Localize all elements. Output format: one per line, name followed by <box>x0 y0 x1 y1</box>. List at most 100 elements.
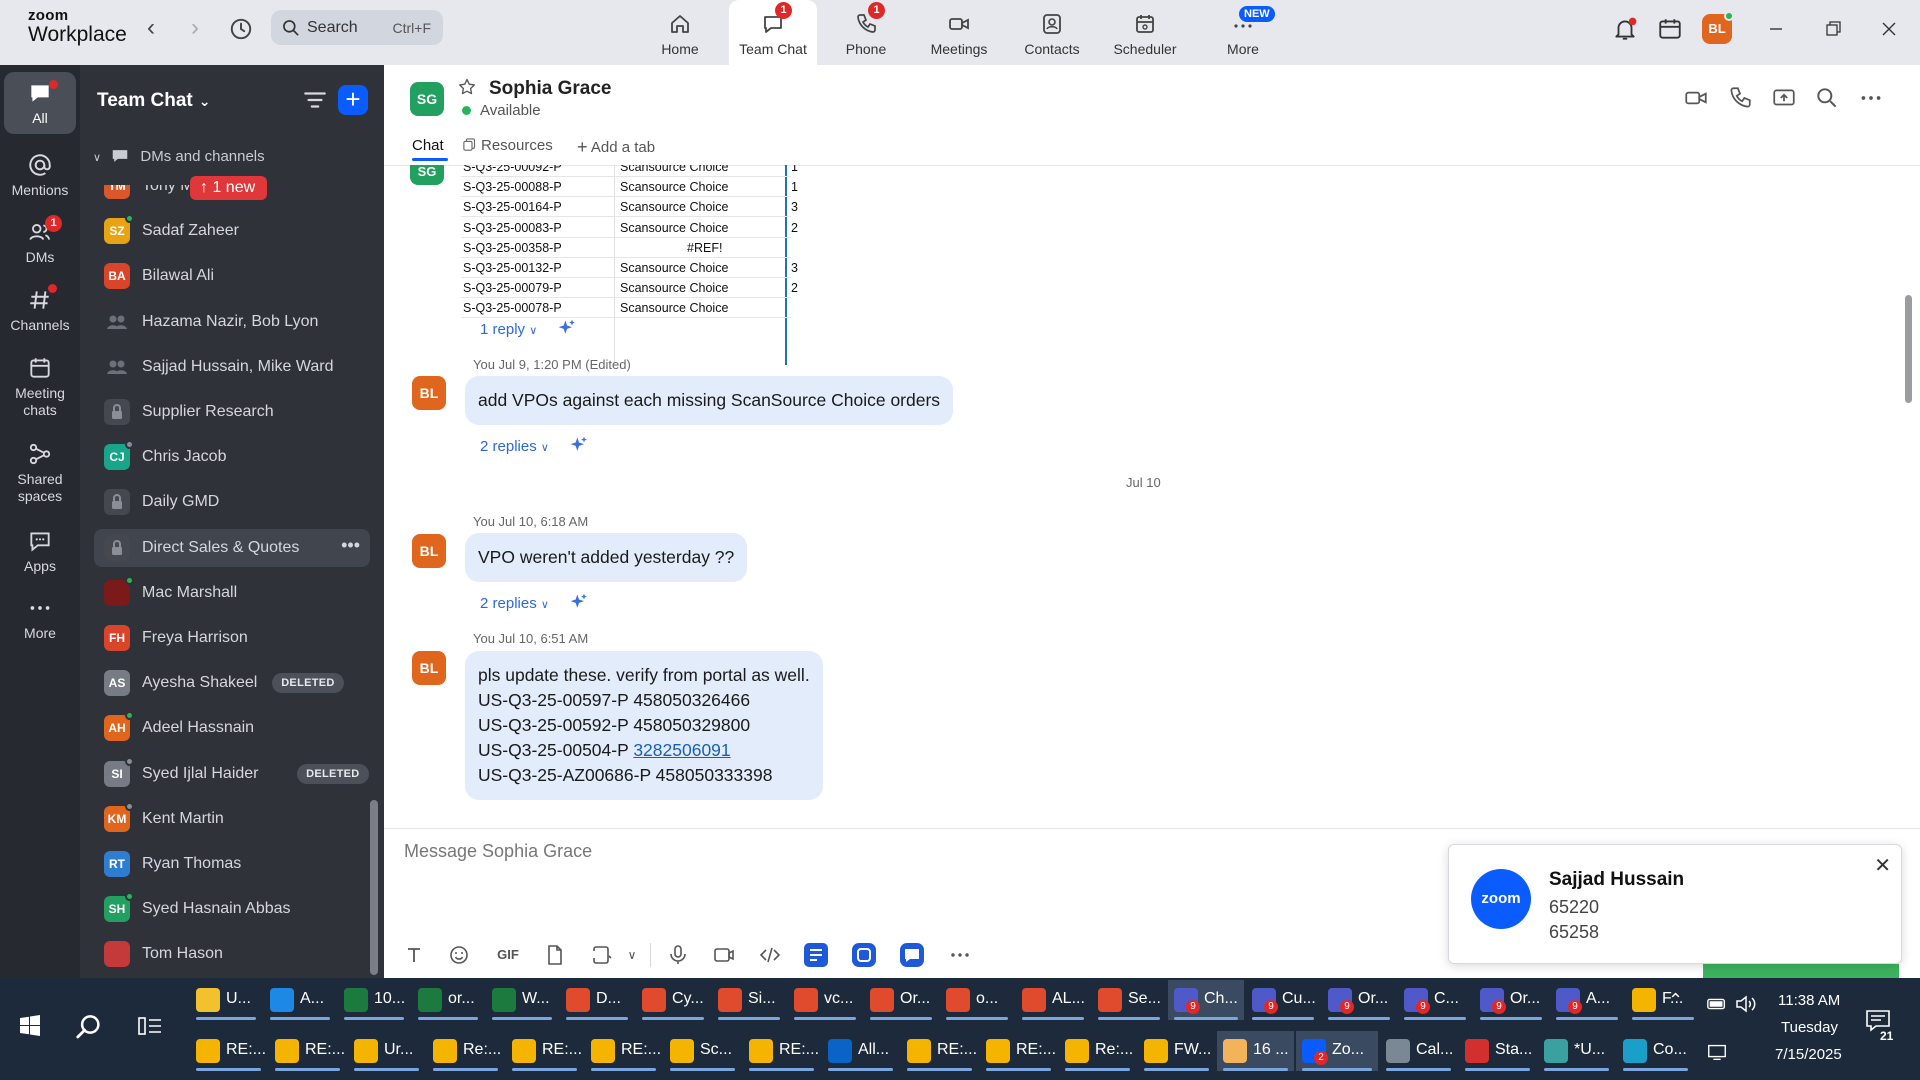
conversation-item[interactable]: Sajjad Hussain, Mike Ward <box>94 348 370 386</box>
taskbar-app-button[interactable]: RE:... <box>506 1031 583 1071</box>
new-chat-plus-button[interactable]: + <box>338 85 368 115</box>
taskbar-app-button[interactable]: 10... <box>338 980 410 1020</box>
contact-avatar[interactable]: SG <box>410 82 444 116</box>
clock-time[interactable]: 11:38 AM <box>1778 992 1840 1009</box>
restore-icon[interactable] <box>1818 14 1848 44</box>
taskbar-app-button[interactable]: RE:... <box>269 1031 346 1071</box>
taskbar-app-button[interactable]: RE:... <box>585 1031 662 1071</box>
sender-avatar[interactable]: BL <box>412 534 446 568</box>
taskbar-app-button[interactable]: All... <box>822 1031 899 1071</box>
conversation-item[interactable]: KM Kent Martin <box>94 800 370 838</box>
screenshot-options-chevron-icon[interactable]: ∨ <box>620 943 644 967</box>
conversation-item[interactable]: BA Bilawal Ali <box>94 257 370 295</box>
message-bubble[interactable]: VPO weren't added yesterday ?? <box>465 533 748 582</box>
conversation-item[interactable]: Tom Hason <box>94 935 370 973</box>
taskbar-app-button[interactable]: Re:... <box>427 1031 504 1071</box>
search-chat-icon[interactable] <box>1814 85 1840 111</box>
taskbar-app-button[interactable]: W... <box>486 980 558 1020</box>
rail-shared-spaces[interactable]: Shared spaces <box>4 433 76 513</box>
taskbar-app-button[interactable]: A... <box>264 980 336 1020</box>
taskbar-app-button[interactable]: FW... <box>1138 1031 1215 1071</box>
forward-arrow-icon[interactable]: › <box>183 14 207 44</box>
clock-day[interactable]: Tuesday <box>1781 1019 1838 1036</box>
conversation-item[interactable]: Direct Sales & Quotes ••• <box>94 528 370 567</box>
conversation-item[interactable]: Mac Marshall <box>94 574 370 612</box>
replies-link-2[interactable]: 2 replies ∨ <box>480 435 589 455</box>
taskbar-app-button[interactable]: Ur... <box>348 1031 425 1071</box>
message-input[interactable]: Message Sophia Grace <box>404 841 592 862</box>
conversation-item[interactable]: AH Adeel Hassnain <box>94 709 370 747</box>
star-icon[interactable] <box>457 77 477 97</box>
emoji-icon[interactable] <box>447 943 471 967</box>
screenshot-icon[interactable] <box>590 943 614 967</box>
nav-contacts[interactable]: Contacts <box>1008 0 1096 65</box>
conversation-item[interactable]: Daily GMD <box>94 483 370 521</box>
conversation-item[interactable]: FH Freya Harrison <box>94 619 370 657</box>
conversation-item[interactable]: CJ Chris Jacob <box>94 438 370 476</box>
taskbar-app-button[interactable]: RE:... <box>743 1031 820 1071</box>
conversation-item[interactable]: AS Ayesha Shakeel DELETED <box>94 664 370 702</box>
battery-icon[interactable] <box>1706 994 1728 1014</box>
video-call-icon[interactable] <box>1683 85 1709 111</box>
taskbar-app-button[interactable]: U... <box>190 980 262 1020</box>
taskbar-app-button[interactable]: Sta... <box>1459 1031 1536 1071</box>
sidebar-scrollbar[interactable] <box>370 800 378 975</box>
notification-toast[interactable]: zoom Sajjad Hussain 65220 65258 ✕ <box>1448 844 1902 964</box>
nav-scheduler[interactable]: Scheduler <box>1101 0 1189 65</box>
taskbar-app-button[interactable]: Re:... <box>1059 1031 1136 1071</box>
conversation-item[interactable]: Hazama Nazir, Bob Lyon <box>94 303 370 341</box>
conversation-more-icon[interactable]: ••• <box>341 535 360 556</box>
taskbar-app-button[interactable]: Sc... <box>664 1031 741 1071</box>
taskbar-app-button[interactable]: Cal... <box>1380 1031 1457 1071</box>
app-icon-2[interactable] <box>852 943 876 967</box>
clock-date[interactable]: 7/15/2025 <box>1775 1046 1842 1063</box>
contact-name[interactable]: Sophia Grace <box>489 78 612 100</box>
taskbar-app-button[interactable]: 9 A... <box>1550 980 1624 1020</box>
app-icon-1[interactable] <box>804 943 828 967</box>
taskbar-app-button[interactable]: 9 Or... <box>1474 980 1548 1020</box>
more-options-icon[interactable] <box>1858 85 1884 111</box>
taskbar-app-button[interactable]: AL... <box>1016 980 1090 1020</box>
taskbar-app-button[interactable]: Or... <box>864 980 938 1020</box>
rail-dms[interactable]: DMs 1 <box>4 211 76 273</box>
rail-mentions[interactable]: Mentions <box>4 144 76 206</box>
nav-phone[interactable]: 1 Phone <box>822 0 910 65</box>
close-window-icon[interactable] <box>1874 14 1904 44</box>
rail-all[interactable]: All <box>4 72 76 134</box>
message-bubble[interactable]: pls update these. verify from portal as … <box>465 651 823 800</box>
rail-channels[interactable]: Channels <box>4 279 76 341</box>
phone-call-icon[interactable] <box>1727 85 1753 111</box>
conversation-item[interactable]: Supplier Research <box>94 393 370 431</box>
taskbar-app-button[interactable]: Co... <box>1617 1031 1694 1071</box>
tab-chat[interactable]: Chat <box>412 137 444 154</box>
sender-avatar[interactable]: BL <box>412 376 446 410</box>
nav-more[interactable]: NEW More <box>1199 0 1287 65</box>
conversation-item[interactable]: SH Syed Hasnain Abbas <box>94 890 370 928</box>
conversation-item[interactable]: RT Ryan Thomas <box>94 845 370 883</box>
taskbar-app-button[interactable]: F... <box>1626 980 1700 1020</box>
network-icon[interactable] <box>1706 1042 1728 1062</box>
notification-bell-icon[interactable] <box>1612 16 1638 42</box>
gif-button[interactable]: GIF <box>493 943 523 967</box>
taskbar-app-button[interactable]: Se... <box>1092 980 1166 1020</box>
nav-meetings[interactable]: Meetings <box>915 0 1003 65</box>
taskbar-app-button[interactable]: D... <box>560 980 634 1020</box>
taskbar-app-button[interactable]: Cy... <box>636 980 710 1020</box>
calendar-app-icon[interactable] <box>1657 16 1683 42</box>
nav-home[interactable]: Home <box>636 0 724 65</box>
app-icon-3[interactable] <box>900 943 924 967</box>
conversation-item[interactable]: SZ Sadaf Zaheer <box>94 212 370 250</box>
replies-link-1[interactable]: 1 reply ∨ <box>480 318 577 338</box>
toast-close-icon[interactable]: ✕ <box>1874 853 1891 878</box>
taskbar-app-button[interactable]: 16 ... <box>1217 1031 1294 1071</box>
code-snippet-icon[interactable] <box>758 943 782 967</box>
taskbar-app-button[interactable]: RE:... <box>190 1031 267 1071</box>
share-screen-icon[interactable] <box>1771 85 1797 111</box>
taskbar-app-button[interactable]: 2 Zo... <box>1296 1031 1378 1071</box>
tab-add[interactable]: + Add a tab <box>577 137 655 158</box>
history-icon[interactable] <box>228 16 254 42</box>
new-messages-pill[interactable]: ↑ 1 new <box>190 176 268 200</box>
taskbar-app-button[interactable]: vc... <box>788 980 862 1020</box>
back-arrow-icon[interactable]: ‹ <box>139 14 163 44</box>
volume-icon[interactable] <box>1734 993 1758 1015</box>
